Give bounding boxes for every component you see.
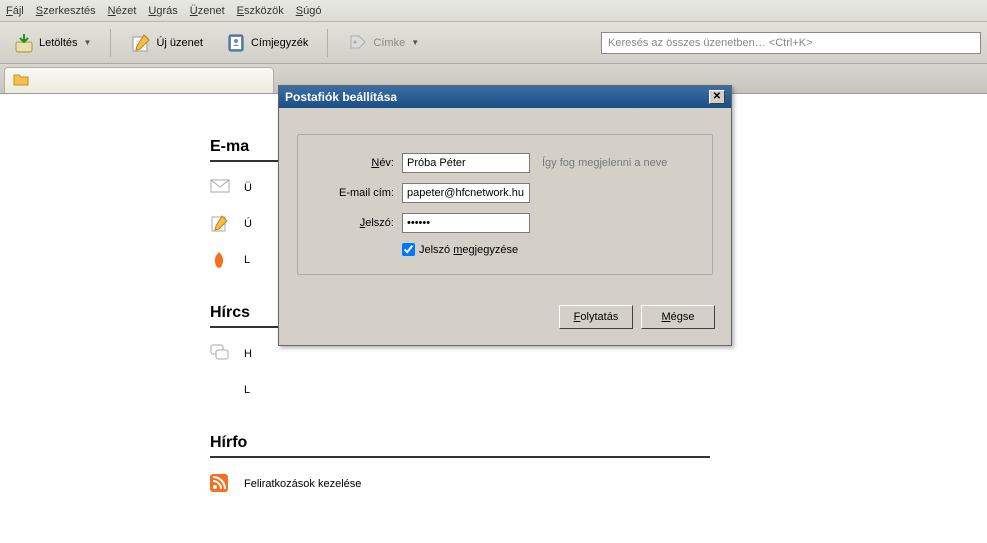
menu-bar: FFájlájl Szerkesztés Nézet Ugrás Üzenet … [0,0,987,22]
dialog-fieldset: Név: Így fog megjelenni a neve E-mail cí… [297,134,713,275]
chat-icon [210,344,230,364]
tag-label: Címke [373,37,405,49]
download-button[interactable]: Letöltés ▼ [6,27,98,59]
name-field[interactable] [402,153,530,173]
folder-icon [13,72,29,89]
menu-message[interactable]: Üzenet [190,5,225,17]
toolbar: Letöltés ▼ Új üzenet Címjegyzék Címke ▼ … [0,22,987,64]
new-message-label: Új üzenet [156,37,202,49]
password-label: Jelszó: [312,217,394,229]
compose-icon [130,32,152,54]
menu-edit[interactable]: Szerkesztés [36,5,96,17]
section-feeds: Hírfo [210,430,710,458]
search-input[interactable]: Keresés az összes üzenetben… <Ctrl+K> [601,32,981,54]
list-item[interactable]: L [210,380,967,400]
email-label: E-mail cím: [312,187,394,199]
remember-password-checkbox[interactable] [402,243,415,256]
addressbook-icon [225,32,247,54]
list-item[interactable]: Feliratkozások kezelése [210,474,967,494]
menu-file[interactable]: FFájlájl [6,5,24,17]
dropdown-arrow-icon: ▼ [411,38,419,47]
dialog-titlebar[interactable]: Postafiók beállítása ✕ [279,86,731,108]
tag-button[interactable]: Címke ▼ [340,27,426,59]
menu-view[interactable]: Nézet [108,5,137,17]
dropdown-arrow-icon: ▼ [84,38,92,47]
search-placeholder: Keresés az összes üzenetben… <Ctrl+K> [608,37,813,49]
download-icon [13,32,35,54]
toolbar-separator [327,29,328,57]
dialog-title: Postafiók beállítása [285,90,397,104]
new-message-button[interactable]: Új üzenet [123,27,209,59]
account-setup-dialog: Postafiók beállítása ✕ Név: Így fog megj… [278,85,732,346]
tab-main[interactable] [4,67,274,93]
menu-tools[interactable]: Eszközök [237,5,284,17]
mail-icon [210,178,230,198]
list-item[interactable]: H [210,344,967,364]
rss-icon [210,474,230,494]
cancel-button[interactable]: Mégse [641,305,715,329]
menu-go[interactable]: Ugrás [148,5,177,17]
blank-icon [210,380,230,400]
name-hint: Így fog megjelenni a neve [542,157,667,169]
email-field[interactable] [402,183,530,203]
menu-help[interactable]: Súgó [296,5,322,17]
download-label: Letöltés [39,37,78,49]
close-button[interactable]: ✕ [709,90,725,104]
remember-password-label: Jelszó megjegyzése [419,244,518,256]
toolbar-separator [110,29,111,57]
name-label: Név: [312,157,394,169]
addressbook-button[interactable]: Címjegyzék [218,27,315,59]
password-field[interactable] [402,213,530,233]
compose-icon [210,214,230,234]
addressbook-label: Címjegyzék [251,37,308,49]
tag-icon [347,32,369,54]
fire-icon [210,250,230,270]
continue-button[interactable]: Folytatás [559,305,633,329]
